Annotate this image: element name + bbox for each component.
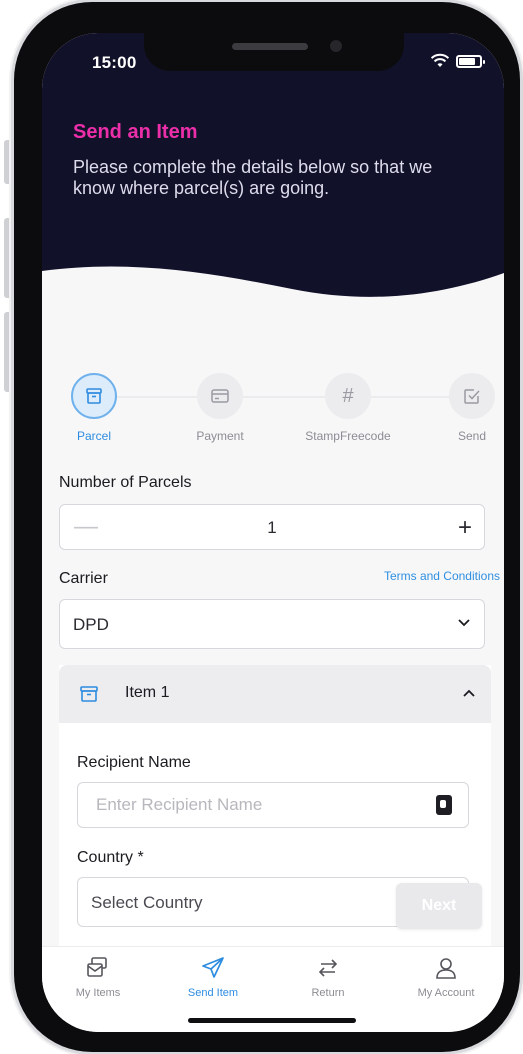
parcel-quantity-stepper: — 1 + — [59, 504, 485, 550]
progress-stepper: Parcel Payment # StampFreecode Send — [42, 373, 504, 443]
step-stampfreecode[interactable]: # StampFreecode — [298, 373, 398, 443]
chevron-up-icon[interactable] — [461, 686, 477, 702]
recipient-name-placeholder: Enter Recipient Name — [96, 795, 263, 814]
step-label: Parcel — [76, 429, 111, 443]
speaker — [232, 43, 308, 50]
account-icon — [436, 958, 456, 979]
wifi-icon — [430, 53, 450, 67]
check-square-icon — [449, 373, 495, 419]
carrier-select[interactable]: DPD — [59, 599, 485, 649]
phone-body: 15:00 Send an Item Please complete the d… — [14, 2, 520, 1052]
country-label: Country * — [77, 849, 144, 866]
tab-my-account[interactable]: My Account — [396, 955, 496, 999]
page-subtitle: Please complete the details below so tha… — [73, 157, 433, 198]
contact-book-icon[interactable] — [436, 795, 452, 815]
status-time: 15:00 — [92, 53, 137, 72]
app-screen: 15:00 Send an Item Please complete the d… — [42, 33, 504, 1032]
increment-button[interactable]: + — [458, 514, 472, 542]
step-send[interactable]: Send — [422, 373, 504, 443]
carrier-selected-value: DPD — [73, 615, 109, 634]
step-label: Send — [457, 429, 487, 443]
items-icon — [87, 957, 107, 977]
recipient-name-label: Recipient Name — [77, 754, 191, 771]
volume-up-button — [4, 218, 12, 298]
parcels-label: Number of Parcels — [59, 474, 192, 491]
card-icon — [197, 373, 243, 419]
item-header[interactable]: Item 1 — [59, 665, 491, 723]
tab-label: Return — [311, 987, 345, 999]
battery-icon — [456, 54, 485, 68]
step-label: StampFreecode — [305, 429, 391, 443]
next-button[interactable]: Next — [396, 883, 482, 929]
item-title: Item 1 — [125, 684, 170, 701]
device-frame: 15:00 Send an Item Please complete the d… — [0, 0, 523, 1054]
tab-send-item[interactable]: Send Item — [163, 955, 263, 999]
step-parcel[interactable]: Parcel — [44, 373, 144, 443]
step-payment[interactable]: Payment — [170, 373, 270, 443]
status-icons — [430, 53, 485, 69]
tab-label: My Account — [417, 987, 475, 999]
terms-and-conditions-link[interactable]: Terms and Conditions — [384, 569, 500, 583]
box-icon — [80, 686, 98, 702]
notch — [144, 33, 404, 71]
box-icon — [71, 373, 117, 419]
parcel-count: 1 — [267, 518, 277, 537]
stepper-line — [97, 396, 457, 398]
tab-return[interactable]: Return — [278, 955, 378, 999]
header: 15:00 Send an Item Please complete the d… — [42, 33, 504, 333]
hash-icon: # — [325, 373, 371, 419]
country-placeholder: Select Country — [91, 893, 203, 912]
home-indicator — [188, 1018, 356, 1023]
volume-down-button — [4, 312, 12, 392]
recipient-name-input[interactable]: Enter Recipient Name — [77, 782, 469, 828]
chevron-down-icon — [458, 619, 470, 627]
tab-label: Send Item — [187, 987, 239, 999]
page-title: Send an Item — [73, 121, 198, 143]
tab-label: My Items — [75, 987, 121, 999]
send-icon — [202, 957, 224, 978]
front-camera — [330, 40, 342, 52]
step-label: Payment — [196, 429, 244, 443]
return-icon — [318, 959, 338, 977]
carrier-label: Carrier — [59, 570, 108, 587]
mute-switch — [4, 140, 12, 184]
tab-my-items[interactable]: My Items — [48, 955, 148, 999]
